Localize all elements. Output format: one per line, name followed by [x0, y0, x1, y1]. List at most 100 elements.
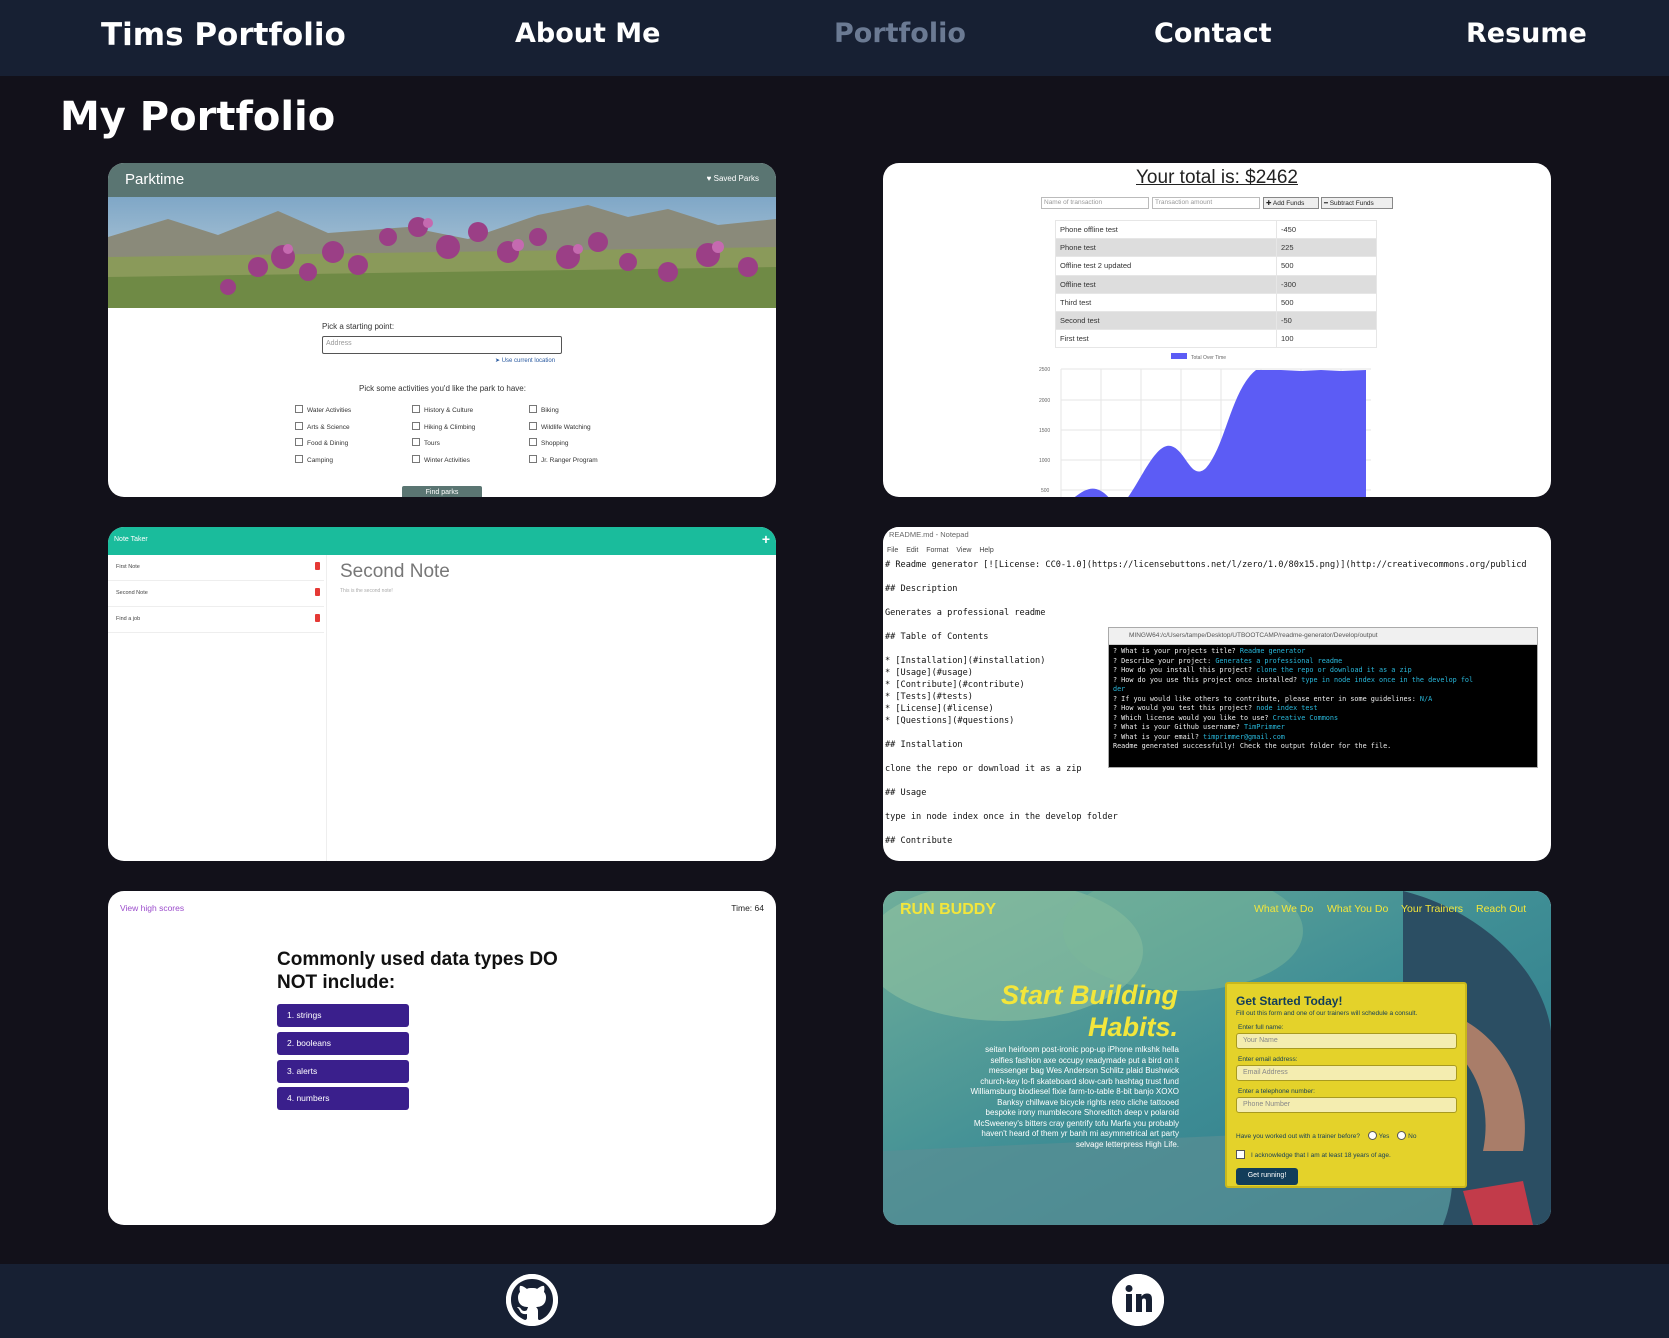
run-buddy-logo: RUN BUDDY: [900, 901, 996, 918]
activity-checkbox: Hiking & Climbing: [412, 422, 475, 431]
terminal-line: ? Which license would you like to use? C…: [1113, 714, 1338, 722]
name-label: Enter full name:: [1238, 1024, 1284, 1031]
transaction-amount: -300: [1276, 274, 1377, 294]
no-label: No: [1408, 1133, 1417, 1140]
yes-radio: [1367, 1131, 1377, 1140]
name-field: Your Name: [1236, 1033, 1457, 1049]
project-card-note-taker[interactable]: Note Taker + First Note Second Note Find…: [108, 527, 776, 861]
nav-about-me[interactable]: About Me: [515, 18, 660, 49]
terminal-prompt: ? Which license would you like to use?: [1113, 713, 1273, 722]
transaction-name-input: Name of transaction: [1041, 197, 1149, 209]
readme-line: ## Installation: [885, 740, 963, 750]
run-buddy-body: seitan heirloom post-ironic pop-up iPhon…: [970, 1045, 1179, 1149]
readme-line: * [Questions](#questions): [885, 716, 1015, 726]
y-tick: 1500: [1039, 428, 1050, 434]
subtract-funds-button: ━ Subtract Funds: [1321, 197, 1393, 209]
terminal-prompt: ? How do you install this project?: [1113, 666, 1257, 674]
transaction-amount: 100: [1276, 329, 1377, 349]
parktime-hero-image: [108, 197, 776, 308]
run-buddy-nav-item: What You Do: [1327, 903, 1389, 915]
high-scores-link: View high scores: [120, 903, 185, 913]
project-card-budget-tracker[interactable]: Your total is: $2462 Name of transaction…: [883, 163, 1551, 497]
terminal-answer: Generates a professional readme: [1215, 656, 1343, 665]
transaction-name: Second test: [1055, 310, 1277, 331]
github-icon[interactable]: [506, 1274, 558, 1326]
activity-checkbox: Biking: [529, 405, 559, 414]
terminal-answer: clone the repo or download it as a zip: [1256, 666, 1412, 674]
readme-line: * [Installation](#installation): [885, 656, 1046, 666]
notepad-menu: File Edit Format View Help: [887, 547, 994, 554]
terminal-titlebar: MINGW64:/c/Users/tampe/Desktop/UTBOOTCAM…: [1109, 628, 1537, 645]
readme-line: Generates a professional readme: [885, 608, 1046, 618]
find-parks-button: Find parks: [402, 486, 482, 497]
parktime-title: Parktime: [125, 171, 185, 188]
list-item: First Note: [108, 555, 324, 581]
transaction-amount: -450: [1276, 219, 1377, 240]
no-radio: [1397, 1131, 1407, 1140]
answer-button: 3. alerts: [277, 1060, 409, 1083]
terminal-answer: der: [1113, 685, 1126, 693]
table-row: Second test -50: [1055, 310, 1377, 331]
active-note-body: This is the second note!: [340, 588, 393, 594]
answer-button: 2. booleans: [277, 1032, 409, 1055]
run-buddy-nav-item: Reach Out: [1476, 903, 1527, 915]
list-item: Second Note: [108, 581, 324, 607]
trash-icon: [315, 562, 320, 570]
activity-checkbox: History & Culture: [412, 405, 473, 414]
plus-icon: +: [761, 531, 770, 547]
readme-line: clone the repo or download it as a zip: [885, 764, 1082, 774]
yes-label: Yes: [1378, 1133, 1390, 1140]
project-card-readme-generator[interactable]: README.md - Notepad File Edit Format Vie…: [883, 527, 1551, 861]
terminal-answer: Readme generator: [1239, 647, 1306, 655]
list-item: Find a job: [108, 607, 324, 633]
terminal-line: ? What is your Github username? TimPrimm…: [1113, 723, 1285, 731]
terminal-answer: N/A: [1419, 694, 1433, 703]
nav-contact[interactable]: Contact: [1154, 18, 1272, 49]
readme-line: * [Usage](#usage): [885, 668, 973, 678]
age-acknowledge: I acknowledge that I am at least 18 year…: [1236, 1150, 1391, 1159]
email-label: Enter email address:: [1238, 1056, 1298, 1063]
terminal-line: ? If you would like others to contribute…: [1113, 695, 1432, 703]
trash-icon: [315, 614, 320, 622]
activity-checkbox: Food & Dining: [295, 438, 348, 447]
nav-portfolio[interactable]: Portfolio: [834, 18, 966, 49]
activity-checkbox: Jr. Ranger Program: [529, 455, 598, 464]
trainer-question: Have you worked out with a trainer befor…: [1236, 1131, 1416, 1140]
footer: [0, 1264, 1669, 1338]
trash-icon: [315, 588, 320, 596]
transaction-amount: 500: [1276, 292, 1377, 312]
use-location-link: ➤ Use current location: [495, 358, 556, 364]
budget-total: Your total is: $2462: [1136, 167, 1298, 188]
answer-button: 1. strings: [277, 1004, 409, 1027]
linkedin-icon[interactable]: [1112, 1274, 1164, 1326]
transaction-name: Third test: [1055, 292, 1277, 312]
transaction-name: Offline test 2 updated: [1055, 256, 1277, 276]
form-subtitle: Fill out this form and one of our traine…: [1236, 1010, 1418, 1017]
run-buddy-nav-item: What We Do: [1254, 903, 1314, 915]
terminal-line: ? How do you install this project? clone…: [1113, 666, 1412, 674]
project-card-code-quiz[interactable]: View high scores Time: 64 Commonly used …: [108, 891, 776, 1225]
y-tick: 1000: [1039, 458, 1050, 464]
transaction-name: Phone test: [1055, 238, 1277, 258]
brand-link[interactable]: Tims Portfolio: [101, 17, 346, 53]
transaction-name: Phone offline test: [1055, 219, 1277, 240]
terminal-prompt: ? How do you use this project once insta…: [1113, 675, 1302, 684]
run-buddy-nav-item: Your Trainers: [1401, 903, 1464, 915]
note-title: First Note: [116, 564, 140, 570]
get-running-button: Get running!: [1236, 1168, 1298, 1185]
phone-field: Phone Number: [1236, 1097, 1457, 1113]
terminal-prompt: ? Describe your project:: [1113, 656, 1216, 665]
y-tick: 2000: [1039, 398, 1050, 404]
readme-line: ## Table of Contents: [885, 632, 989, 642]
starting-point-label: Pick a starting point:: [322, 322, 395, 331]
transaction-amount: 500: [1276, 256, 1377, 276]
transaction-name: Offline test: [1055, 274, 1277, 294]
project-card-parktime[interactable]: Parktime ♥ Saved Parks Pick a starting p…: [108, 163, 776, 497]
terminal-line: Readme generated successfully! Check the…: [1113, 742, 1391, 750]
age-checkbox: [1236, 1150, 1245, 1159]
project-card-run-buddy[interactable]: RUN BUDDY What We Do What You Do Your Tr…: [883, 891, 1551, 1225]
readme-line: ## Contribute: [885, 836, 953, 846]
nav-resume[interactable]: Resume: [1466, 18, 1587, 49]
total-area-series: [1074, 370, 1366, 497]
table-row: Phone test 225: [1055, 238, 1377, 258]
